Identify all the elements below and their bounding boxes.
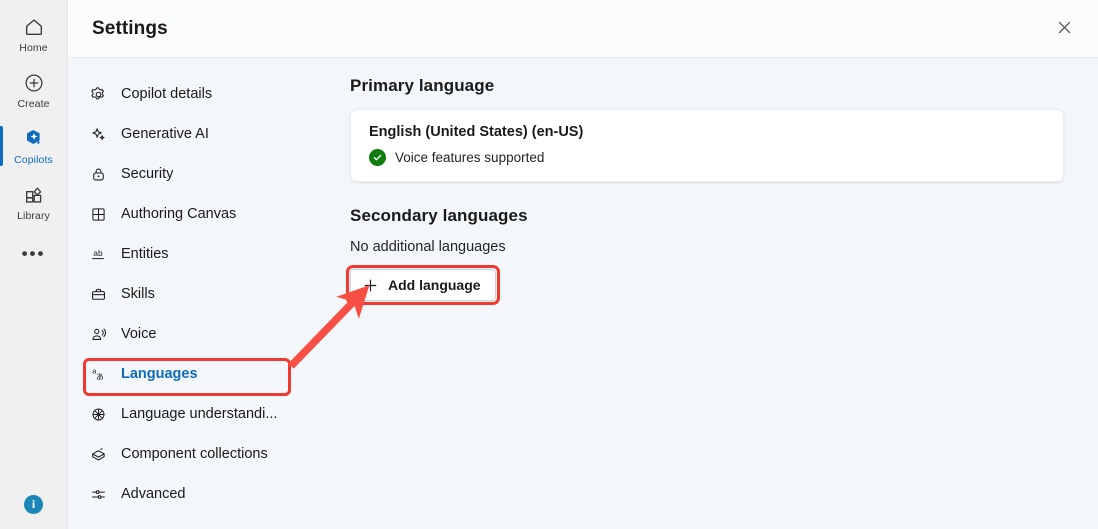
gear-icon — [88, 84, 108, 104]
page-title: Settings — [92, 17, 168, 39]
settings-nav: Copilot details Generative AI Security A… — [68, 58, 344, 529]
sidebar-item-language-understanding[interactable]: Language understandi... — [68, 394, 344, 434]
rail-item-library[interactable]: Library — [0, 174, 68, 230]
sidebar-item-authoring-canvas-label: Authoring Canvas — [121, 206, 237, 222]
sparkle-icon — [88, 124, 108, 144]
library-grid-icon — [22, 183, 46, 207]
secondary-languages-empty-state: No additional languages — [350, 239, 506, 255]
add-language-button-label: Add language — [388, 277, 481, 293]
sidebar-item-entities-label: Entities — [121, 246, 169, 262]
close-button[interactable] — [1048, 13, 1080, 45]
settings-header: Settings — [68, 0, 1098, 58]
info-icon: i — [24, 494, 43, 514]
check-circle-icon — [369, 149, 386, 166]
app-rail: Home Create Copilots Library ••• i — [0, 0, 68, 529]
translate-icon: a あ — [88, 364, 108, 384]
settings-body: Copilot details Generative AI Security A… — [68, 58, 1098, 529]
sidebar-item-advanced-label: Advanced — [121, 486, 186, 502]
rail-more-button[interactable]: ••• — [0, 230, 68, 274]
sidebar-item-language-understanding-label: Language understandi... — [121, 406, 278, 422]
copilot-sparkle-icon — [22, 127, 46, 151]
primary-language-card: English (United States) (en-US) Voice fe… — [350, 109, 1064, 182]
sidebar-item-entities[interactable]: ab Entities — [68, 234, 344, 274]
rail-item-create-label: Create — [17, 97, 50, 110]
sidebar-item-copilot-details-label: Copilot details — [121, 86, 213, 102]
sidebar-item-security[interactable]: Security — [68, 154, 344, 194]
sidebar-item-skills[interactable]: Skills — [68, 274, 344, 314]
svg-text:あ: あ — [96, 372, 104, 381]
rail-item-library-label: Library — [17, 209, 50, 222]
languages-settings-content: Primary language English (United States)… — [344, 58, 1098, 529]
component-icon — [88, 444, 108, 464]
settings-window: Home Create Copilots Library ••• i Setti… — [0, 0, 1098, 529]
svg-text:ab: ab — [93, 248, 103, 258]
secondary-languages-heading: Secondary languages — [350, 206, 528, 225]
sidebar-item-voice-label: Voice — [121, 326, 157, 342]
rail-item-copilots-label: Copilots — [14, 153, 53, 166]
close-icon — [1057, 20, 1072, 38]
sidebar-item-component-collections[interactable]: Component collections — [68, 434, 344, 474]
rail-item-home-label: Home — [19, 41, 48, 54]
sidebar-item-voice[interactable]: Voice — [68, 314, 344, 354]
rail-item-create[interactable]: Create — [0, 62, 68, 118]
plus-circle-icon — [22, 71, 46, 95]
add-language-wrapper: Add language — [346, 265, 500, 305]
grid-icon — [88, 204, 108, 224]
primary-language-value: English (United States) (en-US) — [369, 124, 584, 140]
briefcase-icon — [88, 284, 108, 304]
sidebar-item-component-collections-label: Component collections — [121, 446, 268, 462]
sidebar-item-languages-label: Languages — [121, 366, 198, 382]
sliders-icon — [88, 484, 108, 504]
sidebar-item-languages[interactable]: a あ Languages — [68, 354, 344, 394]
plus-icon — [362, 277, 379, 294]
sidebar-item-generative-ai[interactable]: Generative AI — [68, 114, 344, 154]
rail-item-home[interactable]: Home — [0, 6, 68, 62]
sidebar-item-copilot-details[interactable]: Copilot details — [68, 74, 344, 114]
ab-underline-icon: ab — [88, 244, 108, 264]
rail-item-copilots[interactable]: Copilots — [0, 118, 68, 174]
rail-info-button[interactable]: i — [0, 479, 68, 529]
primary-language-heading: Primary language — [350, 76, 495, 95]
voice-support-label: Voice features supported — [395, 150, 545, 165]
settings-pane: Settings Copilot details Generative AI S… — [68, 0, 1098, 529]
lock-icon — [88, 164, 108, 184]
brain-icon — [88, 404, 108, 424]
sidebar-item-security-label: Security — [121, 166, 174, 182]
sidebar-item-advanced[interactable]: Advanced — [68, 474, 344, 514]
sidebar-item-generative-ai-label: Generative AI — [121, 126, 209, 142]
sidebar-item-authoring-canvas[interactable]: Authoring Canvas — [68, 194, 344, 234]
sidebar-item-skills-label: Skills — [121, 286, 155, 302]
add-language-button[interactable]: Add language — [350, 269, 496, 301]
home-icon — [22, 15, 46, 39]
voice-support-row: Voice features supported — [369, 149, 1045, 166]
person-speaking-icon — [88, 324, 108, 344]
